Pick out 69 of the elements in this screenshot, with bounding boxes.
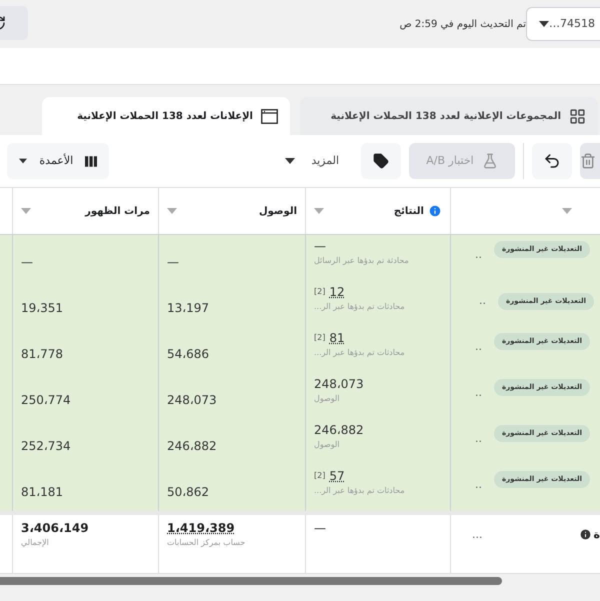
- footnote-mark: [2]: [314, 332, 326, 344]
- caret-icon: [539, 21, 549, 27]
- caret-icon: [21, 208, 31, 214]
- reach-value: 246،882: [167, 439, 217, 453]
- column-header[interactable]: النتائج: [394, 204, 424, 218]
- results-caption: محادثات تم بدؤها عبر الر...: [314, 485, 406, 497]
- scrollbar[interactable]: [0, 577, 502, 585]
- reach-value: 13،197: [167, 301, 210, 315]
- undo-icon: [543, 152, 561, 170]
- undo-button[interactable]: [532, 143, 572, 179]
- footnote-mark: [2]: [314, 286, 326, 298]
- row-dots[interactable]: ..: [475, 431, 482, 448]
- tag-button[interactable]: [361, 143, 401, 179]
- row-dots[interactable]: ..: [475, 247, 482, 264]
- impressions-value: 19،351: [21, 301, 64, 315]
- results-value: 248،073: [314, 376, 364, 393]
- caret-icon: [285, 158, 296, 164]
- impressions-total: 3،406،149: [21, 520, 90, 537]
- account-dropdown[interactable]: …74518: [526, 7, 600, 41]
- more-dropdown[interactable]: المزيد: [277, 143, 347, 179]
- reach-caption: حساب بمركز الحسابات: [167, 537, 246, 549]
- impressions-value: 250،774: [21, 393, 71, 407]
- reach-value: —: [167, 255, 179, 269]
- impressions-value: 81،778: [21, 347, 64, 361]
- row-dots[interactable]: ..: [475, 477, 482, 494]
- impressions-value: 252،734: [21, 439, 71, 453]
- column-header[interactable]: الوصول: [258, 204, 297, 218]
- tab[interactable]: الإعلانات لعدد 138 الحملات الإعلانية: [42, 97, 290, 135]
- caret-icon: [562, 208, 572, 214]
- results-caption: محادثات تم بدؤها عبر الر...: [314, 347, 406, 359]
- results-value: —: [314, 238, 326, 255]
- reach-value: 54،686: [167, 347, 210, 361]
- results-caption: الوصول: [314, 393, 341, 405]
- results-value: 81: [329, 330, 345, 347]
- reach-value: 50،862: [167, 485, 210, 499]
- results-value: 57: [329, 468, 345, 485]
- results-total: —: [314, 521, 326, 535]
- results-caption: الوصول: [314, 439, 341, 451]
- row-dots[interactable]: ...: [472, 527, 482, 544]
- columns-button[interactable]: الأعمدة: [7, 143, 110, 179]
- updated-text: تم التحديث اليوم في 2:59 ص: [400, 18, 526, 32]
- flask-icon: [482, 153, 498, 169]
- row-dots[interactable]: ..: [479, 293, 486, 310]
- reach-total: 1،419،389: [167, 520, 236, 537]
- refresh-button[interactable]: [0, 6, 28, 40]
- caret-icon: [167, 208, 177, 214]
- info-icon: [578, 528, 592, 541]
- window-icon: [261, 108, 278, 124]
- total-label: ة: [594, 527, 600, 543]
- impressions-value: 81،181: [21, 485, 64, 499]
- results-caption: محادثة تم بدؤها عبر الرسائل: [314, 255, 410, 267]
- results-caption: محادثات تم بدؤها عبر الر...: [314, 301, 406, 313]
- reach-value: 248،073: [167, 393, 217, 407]
- grid-icon: [569, 108, 586, 124]
- caret-icon: [314, 208, 324, 214]
- row-dots[interactable]: ..: [475, 339, 482, 356]
- impressions-value: —: [21, 255, 33, 269]
- row-dots[interactable]: ..: [475, 385, 482, 402]
- impressions-caption: الإجمالي: [21, 537, 50, 549]
- column-header[interactable]: مرات الظهور: [85, 204, 150, 218]
- caret-icon: [19, 158, 28, 164]
- columns-icon: [85, 154, 98, 168]
- footnote-mark: [2]: [314, 470, 326, 482]
- results-value: 12: [329, 284, 345, 301]
- tab[interactable]: المجموعات الإعلانية لعدد 138 الحملات الإعلانية: [300, 97, 598, 135]
- tag-icon: [373, 153, 389, 169]
- results-value: 246،882: [314, 422, 364, 439]
- account-id: …74518: [549, 16, 595, 32]
- trash-icon: [580, 153, 596, 169]
